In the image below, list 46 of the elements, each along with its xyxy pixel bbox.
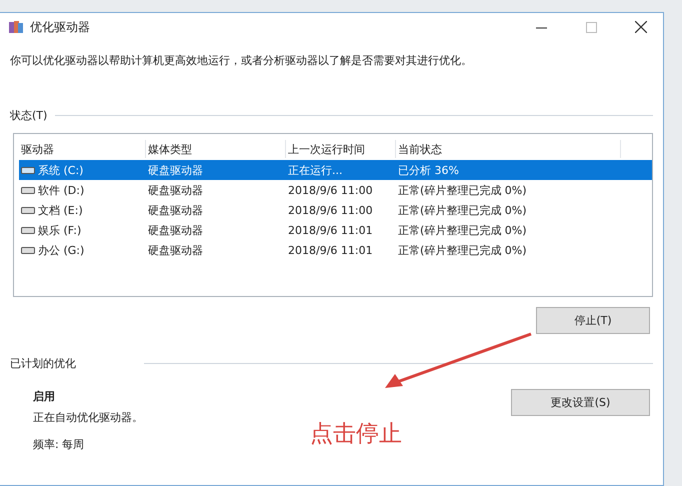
current-status: 正常(碎片整理已完成 0%) — [397, 242, 528, 258]
drive-icon — [21, 186, 35, 194]
column-header[interactable]: 驱动器 — [19, 140, 146, 158]
drive-name: 文档 (E:) — [38, 202, 83, 218]
drive-name: 办公 (G:) — [38, 242, 84, 258]
drive-icon — [21, 166, 35, 174]
column-header[interactable]: 媒体类型 — [146, 140, 286, 158]
current-status: 已分析 36% — [397, 162, 460, 178]
drive-icon — [21, 226, 35, 234]
drive-icon — [21, 206, 35, 214]
last-run-time: 2018/9/6 11:01 — [287, 224, 374, 236]
close-icon[interactable] — [635, 21, 647, 33]
drive-name: 娱乐 (F:) — [38, 222, 82, 238]
media-type: 硬盘驱动器 — [147, 162, 204, 178]
media-type: 硬盘驱动器 — [147, 182, 204, 198]
stop-button[interactable]: 停止(T) — [536, 307, 650, 334]
drive-row[interactable]: 系统 (C:) 硬盘驱动器 正在运行... 已分析 36% — [19, 160, 652, 180]
current-status: 正常(碎片整理已完成 0%) — [397, 182, 528, 198]
current-status: 正常(碎片整理已完成 0%) — [397, 202, 528, 218]
section-title: 已计划的优化 — [10, 356, 76, 371]
drive-name: 系统 (C:) — [38, 162, 84, 178]
annotation-text: 点击停止 — [310, 420, 402, 449]
column-header[interactable]: 当前状态 — [396, 140, 621, 158]
defrag-app-icon — [8, 19, 24, 35]
change-settings-button[interactable]: 更改设置(S) — [511, 389, 650, 416]
current-status: 正常(碎片整理已完成 0%) — [397, 222, 528, 238]
column-header[interactable]: 上一次运行时间 — [286, 140, 396, 158]
schedule-state: 启用 — [33, 389, 56, 404]
section-title: 状态(T) — [10, 108, 48, 123]
last-run-time: 2018/9/6 11:01 — [287, 244, 374, 256]
last-run-time: 2018/9/6 11:00 — [287, 204, 374, 216]
drive-icon — [21, 246, 35, 254]
drive-row[interactable]: 文档 (E:) 硬盘驱动器 2018/9/6 11:00 正常(碎片整理已完成 0%) — [19, 200, 652, 220]
schedule-info: 正在自动优化驱动器。 — [33, 410, 144, 425]
schedule-frequency: 频率: 每周 — [33, 437, 86, 452]
description-text: 你可以优化驱动器以帮助计算机更高效地运行，或者分析驱动器以了解是否需要对其进行优化。 — [9, 53, 473, 68]
media-type: 硬盘驱动器 — [147, 222, 204, 238]
last-run-time: 2018/9/6 11:00 — [287, 184, 374, 196]
media-type: 硬盘驱动器 — [147, 242, 204, 258]
window-title: 优化驱动器 — [30, 18, 91, 36]
drive-row[interactable]: 软件 (D:) 硬盘驱动器 2018/9/6 11:00 正常(碎片整理已完成 0%) — [19, 180, 652, 200]
drive-row[interactable]: 娱乐 (F:) 硬盘驱动器 2018/9/6 11:01 正常(碎片整理已完成 0%) — [19, 220, 652, 240]
drive-row[interactable]: 办公 (G:) 硬盘驱动器 2018/9/6 11:01 正常(碎片整理已完成 0%) — [19, 240, 652, 260]
last-run-time: 正在运行... — [287, 162, 344, 178]
media-type: 硬盘驱动器 — [147, 202, 204, 218]
drive-name: 软件 (D:) — [38, 182, 84, 198]
